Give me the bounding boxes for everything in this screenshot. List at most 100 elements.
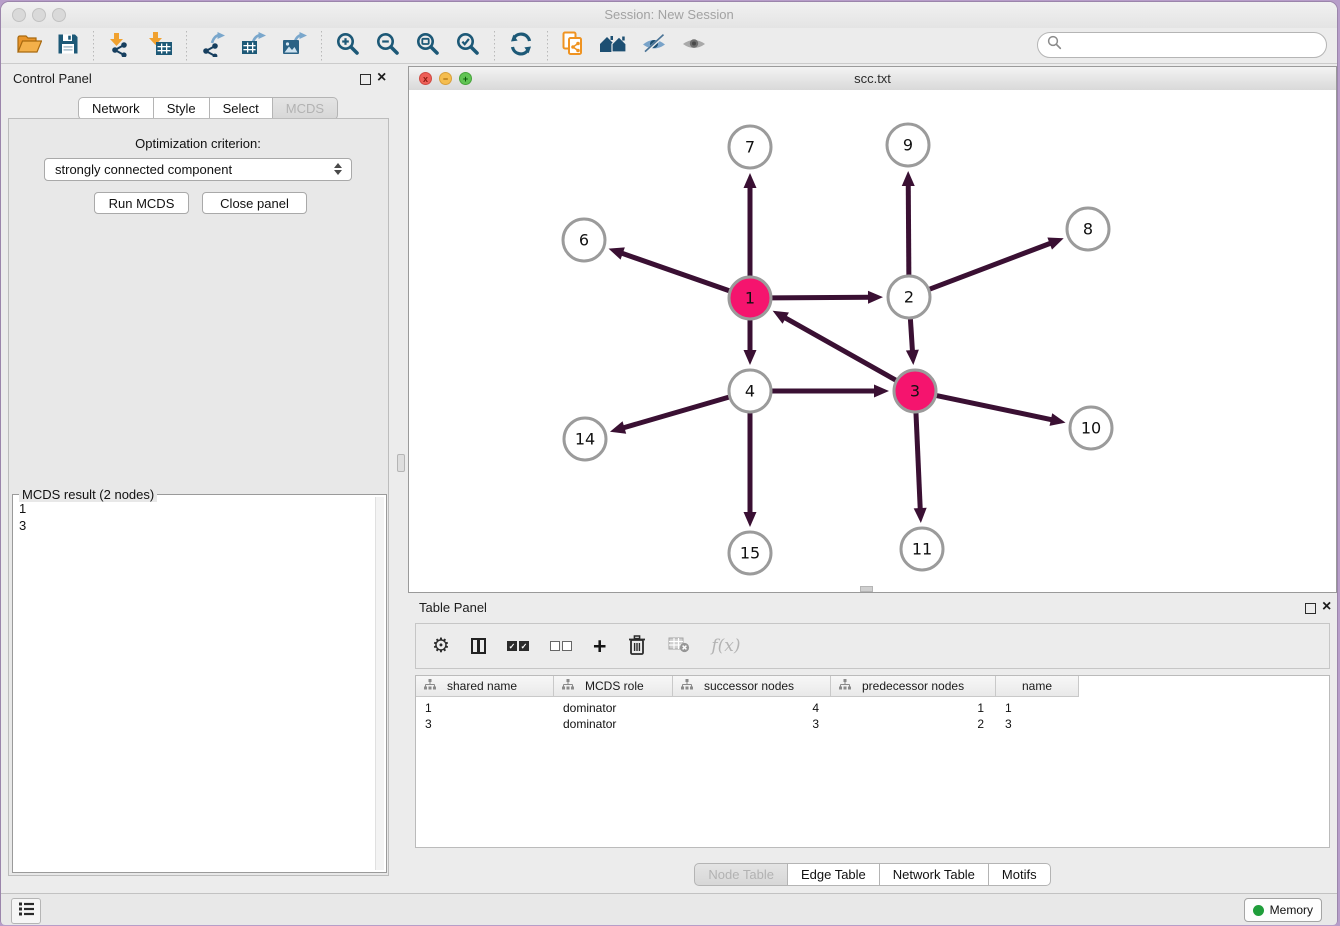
export-image-button[interactable]	[279, 31, 310, 61]
column-header-name[interactable]: name	[996, 676, 1079, 697]
hide-selected-button[interactable]	[639, 31, 669, 61]
search-box[interactable]	[1037, 32, 1327, 58]
open-file-button[interactable]	[14, 31, 44, 61]
table-row[interactable]: 1 dominator 4 1 1	[416, 700, 1329, 716]
panel-splitter-handle[interactable]	[397, 454, 405, 472]
function-builder-button[interactable]: f(x)	[711, 636, 740, 656]
network-canvas[interactable]: 1234678910111415	[409, 90, 1336, 592]
home-button[interactable]	[597, 31, 629, 61]
table-panel-title: Table Panel	[419, 600, 487, 615]
mcds-result-box: MCDS result (2 nodes) 1 3	[12, 494, 387, 873]
edge-arrowhead	[1050, 413, 1066, 426]
export-network-button[interactable]	[198, 31, 228, 61]
tab-edge-table[interactable]: Edge Table	[788, 863, 880, 886]
memory-status-dot	[1253, 905, 1264, 916]
column-header-mcds-role[interactable]: MCDS role	[554, 676, 673, 697]
show-all-button[interactable]	[679, 31, 709, 61]
save-session-button[interactable]	[54, 31, 82, 61]
trash-icon	[627, 634, 647, 659]
new-column-button[interactable]: +	[593, 636, 606, 656]
tab-select[interactable]: Select	[210, 97, 273, 120]
float-panel-icon[interactable]	[360, 74, 371, 85]
network-graph[interactable]: 1234678910111415	[409, 90, 1336, 592]
graph-edge-4-14[interactable]	[621, 397, 728, 428]
table-options-button[interactable]: ⚙	[432, 636, 450, 656]
close-panel-button[interactable]: Close panel	[202, 192, 307, 214]
close-table-panel-icon[interactable]: ×	[1322, 598, 1331, 616]
node-label: 11	[912, 540, 932, 559]
table-tabs: Node Table Edge Table Network Table Moti…	[408, 863, 1337, 886]
zoom-fit-icon	[415, 31, 441, 60]
control-panel-tabs: Network Style Select MCDS	[78, 97, 338, 120]
tab-network[interactable]: Network	[78, 97, 154, 120]
import-network-button[interactable]	[105, 31, 135, 61]
graph-edge-1-6[interactable]	[620, 253, 729, 291]
graph-edge-2-3[interactable]	[910, 319, 912, 353]
checked-box-icon: ✓	[519, 641, 529, 651]
table-row[interactable]: 3 dominator 3 2 3	[416, 716, 1329, 732]
tab-mcds[interactable]: MCDS	[273, 97, 338, 120]
result-scrollbar[interactable]	[375, 497, 384, 870]
dropdown-stepper-icon	[334, 163, 342, 175]
cell-successor-nodes: 4	[673, 701, 831, 715]
node-label: 6	[579, 231, 589, 250]
tab-style[interactable]: Style	[154, 97, 210, 120]
column-label: successor nodes	[704, 679, 794, 693]
delete-table-button[interactable]	[668, 636, 690, 656]
zoom-in-button[interactable]	[333, 31, 363, 61]
result-line: 3	[19, 517, 372, 534]
houses-icon	[599, 32, 627, 59]
zoom-out-button[interactable]	[373, 31, 403, 61]
gear-icon: ⚙	[432, 636, 450, 656]
node-label: 1	[745, 289, 755, 308]
float-table-panel-icon[interactable]	[1305, 603, 1316, 614]
graph-edge-2-9[interactable]	[908, 183, 909, 275]
criterion-dropdown[interactable]: strongly connected component	[44, 158, 352, 181]
memory-label: Memory	[1270, 903, 1313, 917]
toolbar-separator	[494, 31, 495, 61]
edge-arrowhead	[1047, 237, 1063, 249]
floppy-disk-icon	[56, 32, 80, 59]
eye-icon	[681, 32, 707, 59]
unselect-all-columns-button[interactable]	[550, 641, 572, 651]
first-neighbors-button[interactable]	[559, 31, 587, 61]
refresh-icon	[508, 31, 534, 60]
refresh-network-button[interactable]	[506, 31, 536, 61]
delete-column-button[interactable]	[627, 634, 647, 659]
column-type-icon	[839, 679, 851, 693]
canvas-scroll-thumb[interactable]	[860, 586, 873, 592]
function-icon: f(x)	[711, 636, 740, 656]
select-all-columns-button[interactable]: ✓✓	[507, 641, 529, 651]
network-titlebar[interactable]: x − + scc.txt	[409, 67, 1336, 91]
zoom-fit-button[interactable]	[413, 31, 443, 61]
column-label: predecessor nodes	[862, 679, 964, 693]
graph-edge-3-1[interactable]	[783, 317, 896, 381]
column-label: MCDS role	[585, 679, 644, 693]
search-input[interactable]	[1068, 37, 1317, 54]
import-table-button[interactable]	[145, 31, 175, 61]
table-header: shared name MCDS role successor nodes pr…	[416, 676, 1329, 697]
memory-button[interactable]: Memory	[1244, 898, 1322, 922]
cell-shared-name: 1	[416, 701, 554, 715]
tab-network-table[interactable]: Network Table	[880, 863, 989, 886]
mcds-result-text[interactable]: 1 3	[15, 497, 376, 870]
graph-edge-3-10[interactable]	[937, 396, 1054, 421]
show-columns-button[interactable]	[471, 638, 486, 654]
import-network-icon	[107, 31, 133, 60]
tab-node-table[interactable]: Node Table	[694, 863, 788, 886]
graph-edge-3-11[interactable]	[916, 413, 920, 511]
column-header-predecessor-nodes[interactable]: predecessor nodes	[831, 676, 996, 697]
columns-icon	[471, 638, 486, 654]
node-label: 4	[745, 382, 755, 401]
column-header-successor-nodes[interactable]: successor nodes	[673, 676, 831, 697]
tab-motifs[interactable]: Motifs	[989, 863, 1051, 886]
column-header-shared-name[interactable]: shared name	[416, 676, 554, 697]
run-mcds-button[interactable]: Run MCDS	[94, 192, 189, 214]
graph-edge-1-2[interactable]	[772, 297, 871, 298]
close-panel-icon[interactable]: ×	[377, 69, 386, 87]
task-history-button[interactable]	[11, 898, 41, 924]
control-panel-title: Control Panel	[13, 71, 92, 86]
graph-edge-2-8[interactable]	[930, 242, 1053, 289]
export-table-button[interactable]	[238, 31, 269, 61]
zoom-selected-button[interactable]	[453, 31, 483, 61]
